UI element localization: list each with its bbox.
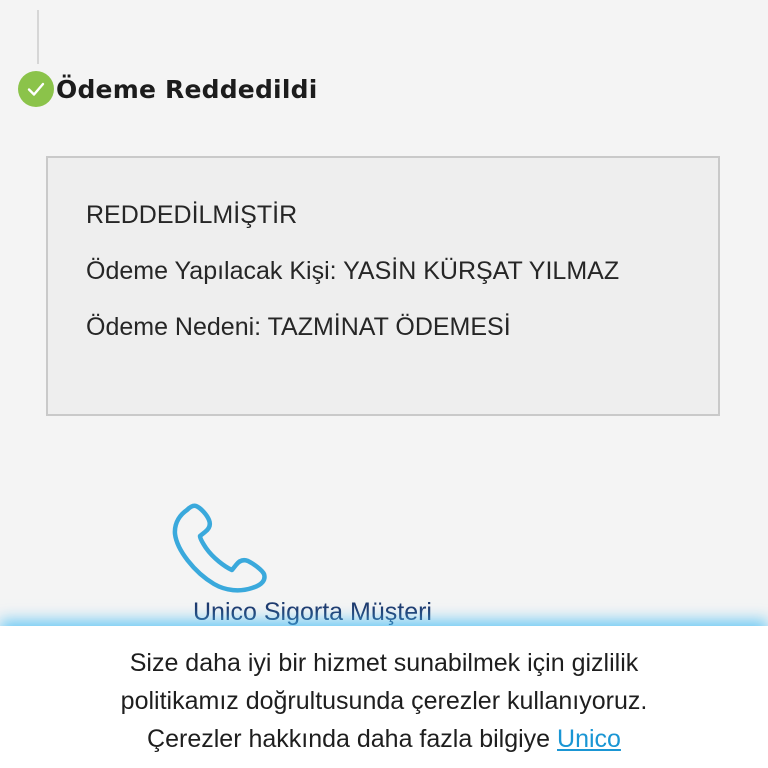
reason-line: Ödeme Nedeni: TAZMİNAT ÖDEMESİ [86, 310, 680, 345]
cookie-text-prefix: Çerezler hakkında daha fazla bilgiye [147, 725, 551, 753]
cookie-text-line-3: Çerezler hakkında daha fazla bilgiye Uni… [0, 720, 768, 758]
payee-line: Ödeme Yapılacak Kişi: YASİN KÜRŞAT YILMA… [86, 254, 680, 289]
payee-name: YASİN KÜRŞAT YILMAZ [343, 257, 620, 285]
check-circle-icon [18, 71, 54, 107]
payment-status-page: Ödeme Reddedildi REDDEDİLMİŞTİR Ödeme Ya… [0, 0, 768, 768]
cookie-text-line-1: Size daha iyi bir hizmet sunabilmek için… [129, 649, 639, 677]
reason-value: TAZMİNAT ÖDEMESİ [267, 313, 511, 341]
privacy-policy-link[interactable]: Unico [557, 725, 621, 753]
cookie-text-line-2: politikamız doğrultusunda çerezler kulla… [120, 687, 648, 715]
status-row: Ödeme Reddedildi [18, 70, 317, 108]
payment-status-text: REDDEDİLMİŞTİR [86, 201, 298, 229]
reason-label: Ödeme Nedeni: [86, 313, 262, 341]
payment-info-box: REDDEDİLMİŞTİR Ödeme Yapılacak Kişi: YAS… [46, 156, 720, 416]
phone-icon[interactable] [170, 500, 270, 596]
contact-label[interactable]: Unico Sigorta Müşteri [193, 598, 432, 627]
payee-label: Ödeme Yapılacak Kişi: [86, 257, 337, 285]
cookie-banner: Size daha iyi bir hizmet sunabilmek için… [0, 626, 768, 768]
status-title: Ödeme Reddedildi [56, 74, 318, 104]
timeline-line [37, 10, 39, 64]
